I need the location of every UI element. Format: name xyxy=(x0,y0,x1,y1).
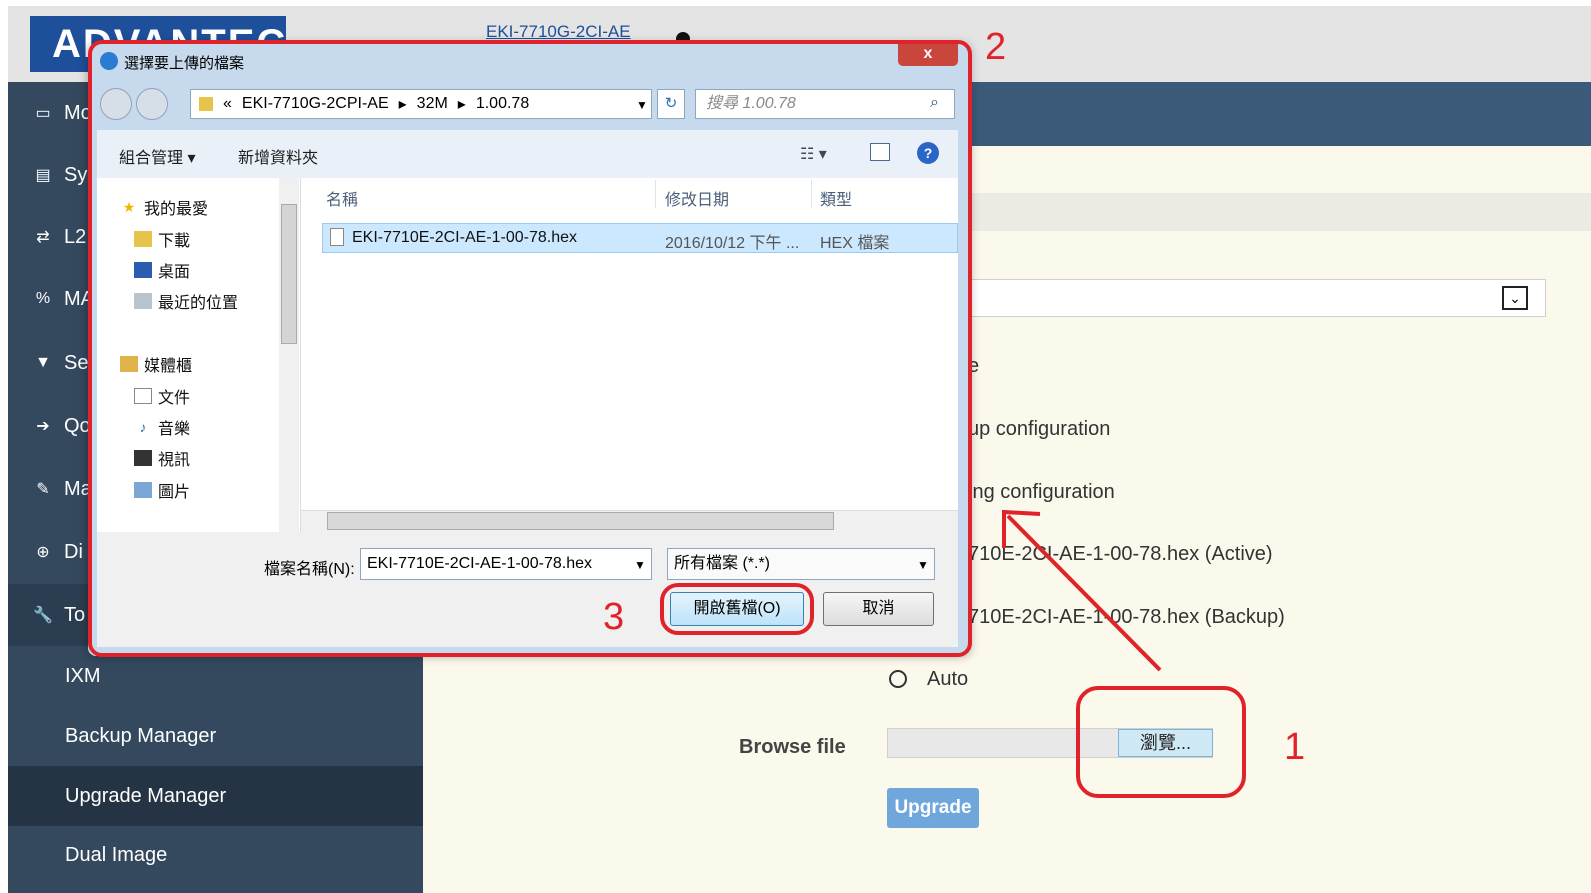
annotation-box-1 xyxy=(1076,686,1246,798)
sidebar-item-label: Se xyxy=(64,351,89,374)
sidebar-subitem-backup-manager[interactable]: Backup Manager xyxy=(8,706,423,766)
device-model-link[interactable]: EKI-7710G-2CI-AE xyxy=(486,22,631,42)
signin-icon: ➔ xyxy=(36,418,50,435)
auto-radio[interactable] xyxy=(889,670,907,688)
upgrade-target-select[interactable] xyxy=(965,279,1546,317)
annotation-arrow xyxy=(1002,509,1162,672)
zoom-icon: ⊕ xyxy=(36,544,50,561)
system-icon: ▤ xyxy=(35,167,51,184)
annotation-number-2: 2 xyxy=(985,26,1007,68)
sidebar-subitem-upgrade-manager[interactable]: Upgrade Manager xyxy=(8,766,423,826)
annotation-box-3 xyxy=(660,583,814,635)
sidebar-subitem-dual-image[interactable]: Dual Image xyxy=(8,825,423,885)
shield-icon: ▼ xyxy=(35,354,51,371)
annotation-number-3: 3 xyxy=(603,596,625,638)
upgrade-button[interactable]: Upgrade xyxy=(887,788,979,828)
wrench-icon: 🔧 xyxy=(33,607,53,624)
swap-icon: ⇄ xyxy=(36,229,50,246)
auto-label: Auto xyxy=(927,668,969,690)
option-startup-config: up configuration xyxy=(968,418,1111,440)
chevron-down-icon[interactable]: ⌄ xyxy=(1502,286,1528,310)
edit-icon: ✎ xyxy=(36,481,50,498)
sidebar-item-label: L2 xyxy=(64,225,87,248)
sidebar-item-label: To xyxy=(64,603,86,626)
sidebar-item-label: Qo xyxy=(64,414,91,437)
annotation-box-2 xyxy=(88,40,972,657)
sidebar-item-label: Di xyxy=(64,540,83,563)
link-icon: % xyxy=(35,290,51,307)
section-header xyxy=(965,193,1591,231)
sidebar-item-label: Sy xyxy=(64,163,88,186)
annotation-number-1: 1 xyxy=(1284,726,1306,768)
monitor-icon: ▭ xyxy=(35,105,51,122)
browse-file-label: Browse file xyxy=(739,736,846,758)
